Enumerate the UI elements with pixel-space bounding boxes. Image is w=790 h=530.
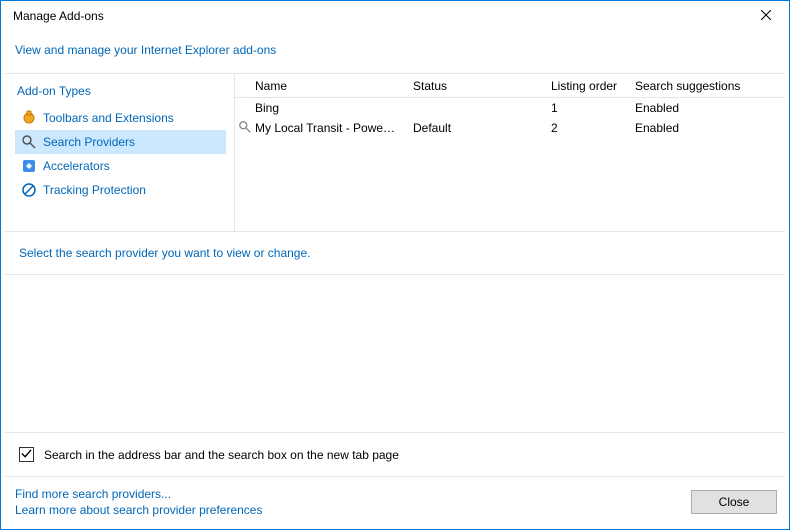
search-addressbar-checkbox[interactable] — [19, 447, 34, 462]
close-button-label: Close — [719, 495, 750, 509]
close-icon — [761, 9, 771, 23]
sidebar: Add-on Types Toolbars and Extensions Sea… — [5, 74, 235, 231]
checkbox-row: Search in the address bar and the search… — [5, 433, 785, 477]
sidebar-item-label: Tracking Protection — [43, 183, 146, 197]
close-button[interactable]: Close — [691, 490, 777, 514]
cell-status: Default — [405, 121, 543, 135]
sidebar-item-toolbars[interactable]: Toolbars and Extensions — [15, 106, 226, 130]
sidebar-item-tracking-protection[interactable]: Tracking Protection — [15, 178, 226, 202]
table-row[interactable]: Bing 1 Enabled — [235, 98, 785, 118]
column-header-status[interactable]: Status — [405, 79, 543, 93]
checkbox-label: Search in the address bar and the search… — [44, 448, 399, 462]
puzzle-icon — [21, 110, 37, 126]
cell-suggestions: Enabled — [627, 121, 785, 135]
titlebar: Manage Add-ons — [1, 1, 789, 31]
column-header-order[interactable]: Listing order — [543, 79, 627, 93]
manage-addons-link[interactable]: View and manage your Internet Explorer a… — [15, 43, 276, 57]
search-icon — [238, 120, 252, 137]
column-header-name[interactable]: Name — [235, 79, 405, 93]
instruction-text: Select the search provider you want to v… — [5, 232, 785, 275]
learn-more-link[interactable]: Learn more about search provider prefere… — [15, 503, 262, 517]
cell-order: 2 — [543, 121, 627, 135]
cell-name: My Local Transit - Powered by Y... — [255, 121, 405, 135]
footer-links: Find more search providers... Learn more… — [15, 487, 262, 517]
sidebar-item-label: Search Providers — [43, 135, 135, 149]
search-icon — [21, 134, 37, 150]
provider-icon-cell — [235, 120, 255, 137]
sidebar-item-label: Toolbars and Extensions — [43, 111, 174, 125]
sidebar-item-search-providers[interactable]: Search Providers — [15, 130, 226, 154]
content-panel: Name Status Listing order Search suggest… — [235, 74, 785, 231]
table-row[interactable]: My Local Transit - Powered by Y... Defau… — [235, 118, 785, 138]
accelerator-icon — [21, 158, 37, 174]
checkmark-icon — [21, 448, 32, 462]
sidebar-item-accelerators[interactable]: Accelerators — [15, 154, 226, 178]
main-area: Add-on Types Toolbars and Extensions Sea… — [5, 73, 785, 232]
cell-order: 1 — [543, 101, 627, 115]
manage-addons-window: Manage Add-ons View and manage your Inte… — [0, 0, 790, 530]
sidebar-item-label: Accelerators — [43, 159, 110, 173]
block-icon — [21, 182, 37, 198]
cell-name: Bing — [255, 101, 405, 115]
window-title: Manage Add-ons — [13, 9, 104, 23]
cell-suggestions: Enabled — [627, 101, 785, 115]
column-header-suggestions[interactable]: Search suggestions — [627, 79, 785, 93]
footer: Find more search providers... Learn more… — [1, 477, 789, 529]
window-close-button[interactable] — [743, 1, 789, 31]
find-more-providers-link[interactable]: Find more search providers... — [15, 487, 262, 501]
header-link-row: View and manage your Internet Explorer a… — [1, 31, 789, 73]
table-header: Name Status Listing order Search suggest… — [235, 74, 785, 98]
sidebar-header: Add-on Types — [15, 84, 226, 98]
details-panel — [5, 275, 785, 433]
